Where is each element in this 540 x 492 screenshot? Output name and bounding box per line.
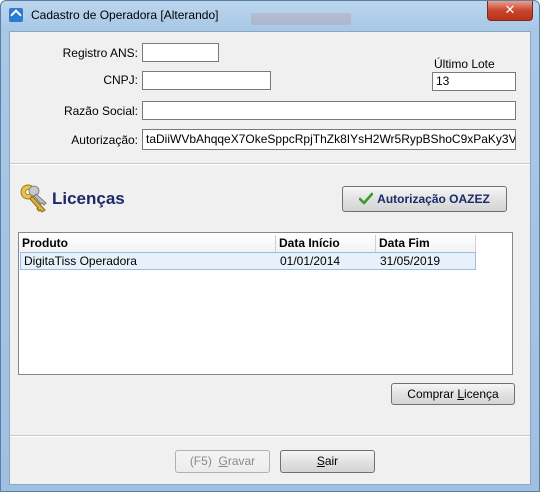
close-button[interactable]: ✕ (487, 1, 533, 21)
comprar-label-prefix: Comprar (407, 387, 458, 401)
registro-ans-label: Registro ANS: (62, 46, 138, 60)
comprar-label-accel: L (457, 387, 464, 401)
sair-label-rest: air (324, 454, 339, 468)
licencas-title: Licenças (52, 189, 125, 208)
ultimo-lote-input[interactable]: 13 (432, 72, 516, 91)
keys-icon (20, 184, 47, 213)
autorizacao-label: Autorização: (71, 133, 138, 147)
autorizacao-oazez-button[interactable]: Autorização OAZEZ (342, 186, 507, 212)
registro-ans-input[interactable] (142, 43, 219, 62)
cnpj-input[interactable] (142, 71, 271, 90)
gravar-label-accel: G (218, 454, 228, 468)
column-header-produto[interactable]: Produto (19, 235, 276, 252)
gravar-label-prefix: (F5) (189, 454, 219, 468)
window: Cadastro de Operadora [Alterando] ✕ Regi… (0, 0, 540, 492)
cnpj-label: CNPJ: (103, 73, 138, 87)
background-window-ghost (251, 13, 351, 25)
gravar-button[interactable]: (F5) Gravar (175, 450, 270, 473)
table-row[interactable]: DigitaTiss Operadora 01/01/2014 31/05/20… (20, 252, 476, 270)
ultimo-lote-label: Último Lote (434, 57, 495, 71)
check-icon (358, 192, 374, 205)
razao-social-label: Razão Social: (63, 104, 138, 118)
dialog-body: Registro ANS: CNPJ: Último Lote 13 Razão… (9, 31, 531, 485)
gravar-label-rest: ravar (227, 454, 256, 468)
licenses-table[interactable]: Produto Data Início Data Fim DigitaTiss … (18, 232, 513, 375)
column-header-data-fim[interactable]: Data Fim (376, 235, 476, 252)
app-icon (9, 8, 23, 22)
sair-label-accel: S (316, 454, 325, 468)
column-header-data-inicio[interactable]: Data Início (276, 235, 376, 252)
cell-data-inicio: 01/01/2014 (280, 254, 341, 268)
title-bar[interactable]: Cadastro de Operadora [Alterando] ✕ (1, 1, 539, 29)
cell-data-fim: 31/05/2019 (380, 254, 441, 268)
window-title: Cadastro de Operadora [Alterando] (31, 8, 219, 22)
autorizacao-input[interactable]: taDiiWVbAhqqeX7OkeSppcRpjThZk8IYsH2Wr5Ry… (142, 129, 516, 150)
comprar-label-rest: icença (464, 387, 499, 401)
autorizacao-oazez-label: Autorização OAZEZ (377, 192, 490, 206)
separator-highlight (10, 164, 530, 165)
comprar-licenca-button[interactable]: Comprar Licença (391, 383, 515, 405)
cell-produto: DigitaTiss Operadora (24, 254, 137, 268)
footer-separator-highlight (10, 436, 530, 437)
razao-social-input[interactable] (142, 101, 516, 120)
sair-button[interactable]: Sair (280, 450, 375, 473)
